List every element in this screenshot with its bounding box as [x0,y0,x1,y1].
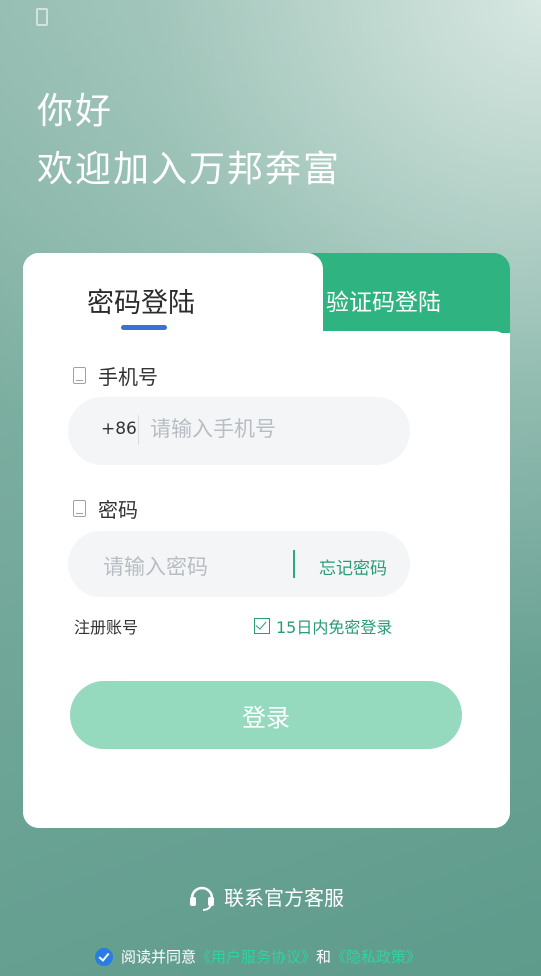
tab-sms-login[interactable]: 验证码登陆 [326,283,441,317]
password-divider [293,550,295,578]
check-circle-icon[interactable] [95,947,113,966]
phone-icon [73,367,86,384]
remember-label: 15日内免密登录 [276,618,393,637]
tab-password-login-label: 密码登陆 [87,288,195,319]
remember-login[interactable]: 15日内免密登录 [254,614,392,638]
phone-divider [138,415,139,445]
login-card: 验证码登陆 密码登陆 手机号 +86 请输入手机号 密码 请输入密码 忘记密码 … [23,253,510,828]
terms-link[interactable]: 《用户服务协议》 [196,946,316,967]
forgot-password-link[interactable]: 忘记密码 [319,554,387,579]
agreement-row: 阅读并同意 《用户服务协议》 和 《隐私政策》 [95,946,421,967]
country-code[interactable]: +86 [101,419,137,439]
login-button[interactable]: 登录 [70,681,462,749]
login-form: 手机号 +86 请输入手机号 密码 请输入密码 忘记密码 注册账号 15日内免密… [23,331,510,828]
greeting-line-1: 你好 [37,91,114,132]
privacy-link[interactable]: 《隐私政策》 [331,946,421,967]
headset-icon [188,883,216,911]
greeting-line-2: 欢迎加入万邦奔富 [37,149,342,190]
lock-icon [73,500,86,517]
register-link[interactable]: 注册账号 [74,614,138,638]
password-label: 密码 [98,498,138,522]
tab-password-login[interactable]: 密码登陆 [23,253,323,333]
tab-active-indicator [121,325,167,330]
password-placeholder: 请输入密码 [103,555,208,579]
contact-support[interactable]: 联系官方客服 [188,882,344,911]
support-label: 联系官方客服 [224,886,344,910]
phone-input[interactable]: +86 请输入手机号 [68,397,410,465]
password-input[interactable]: 请输入密码 忘记密码 [68,531,410,597]
agreement-and: 和 [316,948,332,966]
phone-placeholder: 请输入手机号 [150,417,276,441]
checkbox-icon[interactable] [254,618,270,634]
agreement-prefix: 阅读并同意 [121,948,197,966]
phone-label: 手机号 [98,365,158,389]
status-bar-phone-icon [36,8,48,26]
